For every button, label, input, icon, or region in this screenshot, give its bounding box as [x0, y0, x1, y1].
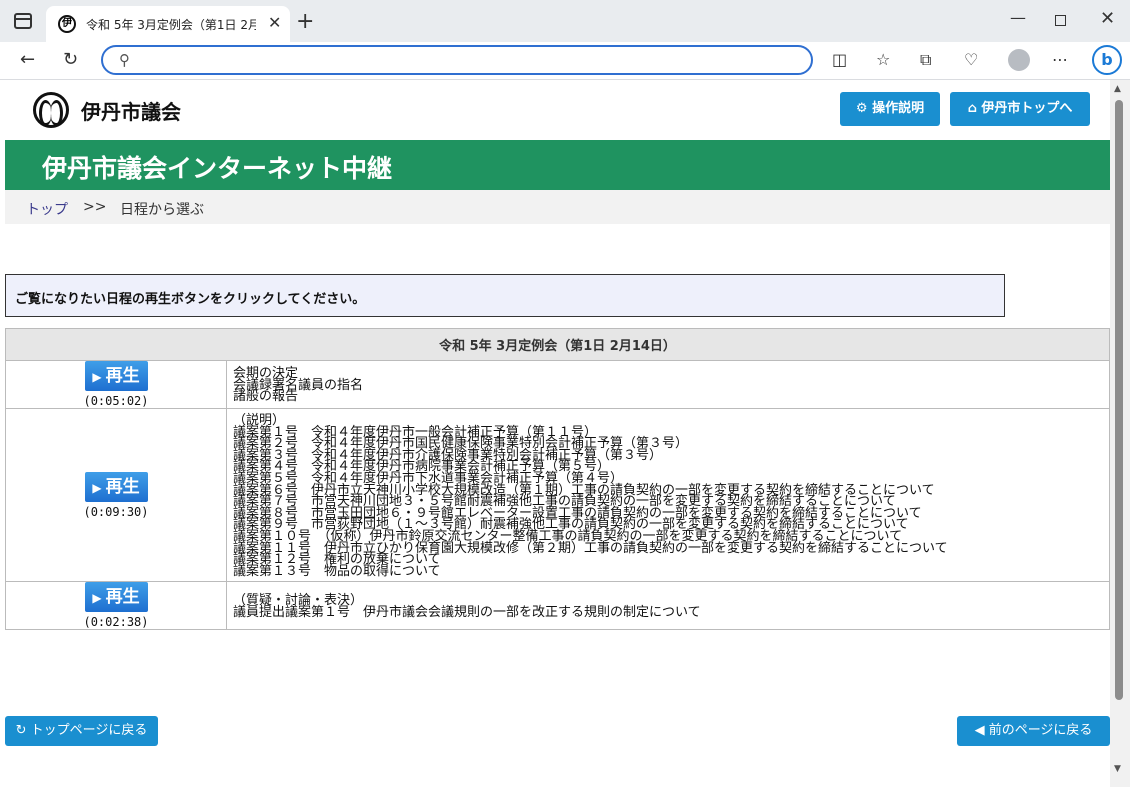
tab-title: 令和 5年 3月定例会（第1日 2月1 [86, 18, 256, 32]
play-triangle-icon: ▶ [92, 370, 102, 384]
split-screen-icon[interactable]: ◫ [832, 50, 847, 69]
scroll-down-icon[interactable]: ▼ [1114, 764, 1121, 774]
agenda-item: 会議録署名議員の指名 [233, 377, 364, 393]
reload-icon[interactable]: ↻ [63, 49, 78, 70]
page-banner: 伊丹市議会インターネット中継 [5, 140, 1110, 190]
browser-tab-bar: 伊 令和 5年 3月定例会（第1日 2月1 ✕ + — ✕ [0, 0, 1130, 42]
play-button[interactable]: ▶ 再生 [84, 361, 148, 391]
agenda-cell: （質疑・討論・表決） 議員提出議案第１号 伊丹市議会会議規則の一部を改正する規則の… [226, 581, 1110, 631]
agenda-item: 諸般の報告 [233, 389, 299, 405]
play-cell: ▶ 再生 (0:02:38) [5, 581, 227, 631]
window-close-icon[interactable]: ✕ [1100, 8, 1115, 29]
play-cell: ▶ 再生 (0:05:02) [5, 360, 227, 409]
site-logo-text[interactable]: 伊丹市議会 [81, 96, 181, 125]
play-triangle-icon: ▶ [92, 480, 102, 495]
browser-essentials-icon[interactable]: ♡ [964, 50, 978, 69]
instruction-box: ご覧になりたい日程の再生ボタンをクリックしてください。 [5, 274, 1005, 317]
play-button[interactable]: ▶ 再生 [84, 471, 148, 502]
previous-page-button[interactable]: ◀ 前のページに戻る [957, 716, 1110, 746]
minimize-icon[interactable]: — [1010, 8, 1026, 27]
instruction-text: ご覧になりたい日程の再生ボタンをクリックしてください。 [15, 292, 366, 307]
more-menu-icon[interactable]: ⋯ [1052, 50, 1068, 69]
browser-toolbar: ← ↻ ⚲ ◫ ☆ ⧉ ♡ ⋯ b [0, 42, 1130, 80]
copilot-icon[interactable]: b [1092, 45, 1122, 75]
breadcrumb-home-link[interactable]: トップ [26, 199, 68, 219]
agenda-cell: 会期の決定 会議録署名議員の指名 諸般の報告 [226, 360, 1110, 409]
favorites-icon[interactable]: ☆ [876, 50, 890, 69]
new-tab-icon[interactable]: + [296, 9, 314, 34]
breadcrumb: トップ >> 日程から選ぶ [5, 190, 1110, 224]
back-arrow-icon[interactable]: ← [20, 49, 35, 70]
page-scrollbar[interactable]: ▲ ▼ [1110, 80, 1130, 787]
city-emblem-icon [33, 92, 69, 128]
tab-close-icon[interactable]: ✕ [268, 13, 281, 32]
play-button-label: 再生 [105, 366, 140, 386]
agenda-item: 議員提出議案第１号 伊丹市議会会議規則の一部を改正する規則の制定について [233, 604, 701, 620]
schedule-row: ▶ 再生 (0:09:30) （説明） 議案第１号 令和４年度伊丹市一般会計補正予算（第… [5, 407, 1110, 583]
page-viewport: 伊丹市議会 ⚙ 操作説明 ⌂ 伊丹市トップへ 伊丹市議会インターネット中継 トッ… [0, 80, 1130, 787]
schedule-heading: 令和 5年 3月定例会（第1日 2月14日） [5, 328, 1110, 361]
schedule-table: 令和 5年 3月定例会（第1日 2月14日） ▶ 再生 (0:05:02) 会期の決定… [5, 328, 1110, 631]
breadcrumb-current: 日程から選ぶ [120, 202, 204, 218]
play-button-label: 再生 [105, 587, 140, 608]
duration-label: (0:05:02) [83, 394, 149, 408]
schedule-row: ▶ 再生 (0:02:38) （質疑・討論・表決） 議員提出議案第１号 伊丹市議会会議規… [5, 581, 1110, 631]
site-favicon-icon: 伊 [58, 15, 76, 33]
back-to-top-page-button[interactable]: ↻ トップページに戻る [5, 716, 158, 746]
address-bar[interactable]: ⚲ [101, 45, 813, 75]
play-triangle-icon: ▶ [92, 591, 102, 606]
scroll-up-icon[interactable]: ▲ [1114, 84, 1121, 94]
collections-icon[interactable]: ⧉ [920, 50, 931, 70]
duration-label: (0:09:30) [83, 504, 149, 519]
agenda-item: 議案第１３号 物品の取得について [233, 563, 441, 579]
page-title: 伊丹市議会インターネット中継 [42, 154, 393, 183]
play-button-label: 再生 [105, 476, 140, 497]
schedule-row: ▶ 再生 (0:05:02) 会期の決定 会議録署名議員の指名 諸般の報告 [5, 360, 1110, 409]
maximize-icon[interactable] [1055, 15, 1066, 26]
city-top-button[interactable]: ⌂ 伊丹市トップへ [950, 92, 1090, 126]
agenda-cell: （説明） 議案第１号 令和４年度伊丹市一般会計補正予算（第１１号） 議案第２号 令和… [226, 407, 1110, 583]
help-button[interactable]: ⚙ 操作説明 [840, 92, 940, 126]
breadcrumb-separator: >> [83, 199, 107, 215]
browser-tab[interactable]: 伊 令和 5年 3月定例会（第1日 2月1 ✕ [46, 6, 290, 42]
agenda-item: 会期の決定 [233, 366, 299, 382]
duration-label: (0:02:38) [83, 615, 149, 630]
search-icon: ⚲ [119, 51, 130, 69]
site-header: 伊丹市議会 ⚙ 操作説明 ⌂ 伊丹市トップへ [5, 88, 1110, 140]
play-cell: ▶ 再生 (0:09:30) [5, 407, 227, 583]
profile-avatar[interactable] [1008, 49, 1030, 71]
tab-actions-icon[interactable] [14, 13, 32, 29]
scroll-thumb[interactable] [1115, 100, 1123, 700]
play-button[interactable]: ▶ 再生 [84, 582, 148, 613]
